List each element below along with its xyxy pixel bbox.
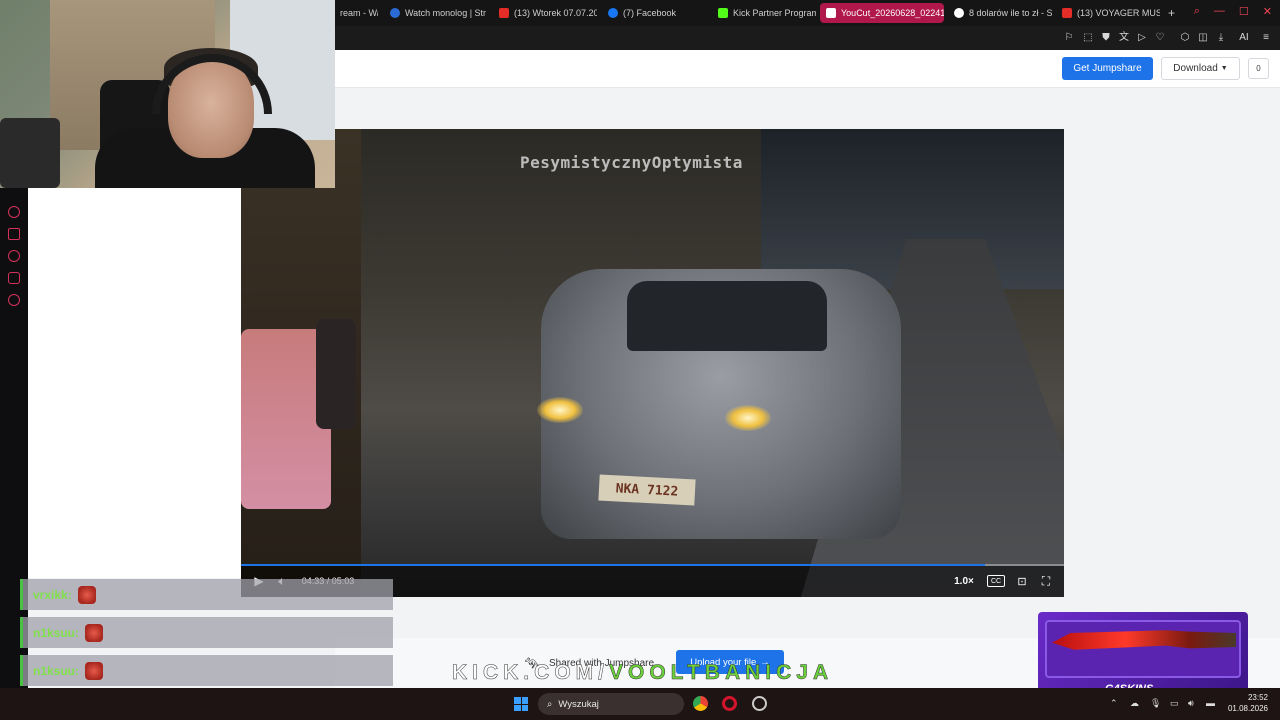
comments-button[interactable]: 0 [1248,58,1269,79]
menu-icon[interactable]: ≡ [1259,31,1273,45]
favicon-icon [390,8,400,18]
search-placeholder: Wyszukaj [558,698,599,710]
clock-date: 01.08.2026 [1227,704,1268,713]
chat-message: n1ksuu: [20,617,393,648]
download-label: Download [1173,63,1218,74]
download-icon[interactable]: ⤓ [1214,31,1228,45]
comment-count: 0 [1256,64,1261,73]
playback-speed[interactable]: 1.0× [951,573,977,589]
chrome-icon[interactable] [693,696,708,711]
cloud-icon[interactable]: ☁ [1130,698,1139,709]
search-icon: ⌕ [547,698,553,710]
new-tab-button[interactable]: + [1162,3,1180,23]
video-player[interactable]: NKA 7122 PesymistycznyOptymista ▶ 🔈︎ 04:… [241,129,1064,597]
google-icon [954,8,964,18]
search-tabs-icon[interactable]: ⌕ [1194,5,1200,18]
chevron-up-icon[interactable]: ⌃ [1110,698,1118,709]
kick-prefix: KICK.COM/ [452,661,609,685]
display-icon[interactable]: ▭ [1170,698,1179,709]
shield-icon[interactable]: ⛊ [1099,31,1113,45]
browser-tab[interactable]: Watch monolog | Stre [384,3,486,23]
battery-icon[interactable]: ▬ [1206,698,1215,708]
tab-label: (7) Facebook [623,8,677,18]
tab-label: (13) VOYAGER MUSIC [1077,8,1160,18]
chat-message: n1ksuu: [20,655,393,686]
tab-label: Watch monolog | Stre [405,8,486,18]
extensions-icon[interactable]: ⬡ [1178,31,1192,45]
car: NKA 7122 [537,269,901,539]
browser-tab[interactable]: (7) Facebook [602,3,708,23]
extensions-icon[interactable] [8,272,20,284]
fullscreen-icon[interactable]: ⛶ [1038,573,1054,589]
tab-label: Kick Partner Program [733,8,816,18]
file-icon [826,8,836,18]
left-sidebar [0,188,28,688]
settings-icon[interactable] [8,294,20,306]
wallet-icon[interactable]: ◫ [1196,31,1210,45]
kick-icon [718,8,728,18]
opera-icon[interactable] [722,696,737,711]
video-frame: NKA 7122 PesymistycznyOptymista [241,129,1064,597]
translate-icon[interactable]: 文 [1117,31,1131,45]
chat-username: vrxikk: [33,587,72,602]
browser-tab-active[interactable]: YouCut_20260628_02241 [820,3,944,23]
chat-message: vrxikk: [20,579,393,610]
tab-label: ream - Wa [340,8,378,18]
youtube-icon [499,8,509,18]
browser-tab[interactable]: (13) VOYAGER MUSIC [1056,3,1160,23]
windows-start-icon[interactable] [514,697,528,711]
chat-username: n1ksuu: [33,663,80,678]
kick-overlay: KICK.COM/VOOLTBANICJA [452,661,833,685]
maximize-icon[interactable]: ☐ [1239,5,1249,18]
mic-icon[interactable]: 🎙︎ [1150,698,1161,709]
clock[interactable]: 23:52 01.08.2026 [1228,692,1268,714]
webcam-overlay [0,0,335,188]
video-watermark: PesymistycznyOptymista [520,153,743,172]
license-plate: NKA 7122 [598,474,696,506]
minimize-icon[interactable]: — [1214,5,1225,18]
chevron-down-icon: ▼ [1220,65,1228,72]
screenshot-icon[interactable]: ⬚ [1081,31,1095,45]
cc-icon[interactable]: CC [987,575,1005,587]
screen: ream - Wa Watch monolog | Stre (13) Wtor… [0,0,1280,720]
clock-time: 23:52 [1247,693,1268,702]
aria-ai-button[interactable]: AI [1233,31,1255,45]
history-icon[interactable] [8,250,20,262]
theater-mode-icon[interactable]: ⊡ [1013,573,1031,589]
tab-label: (13) Wtorek 07.07.202 [514,8,597,18]
chat-panel-bg [28,188,241,578]
browser-tab[interactable]: Kick Partner Program [712,3,816,23]
get-jumpshare-button[interactable]: Get Jumpshare [1062,57,1153,80]
app-icon[interactable] [752,696,767,711]
heart-icon[interactable]: ♡ [1153,31,1167,45]
emote-icon [77,585,96,604]
bookmark-icon[interactable]: ⚐ [1062,31,1076,45]
kick-channel: VOOLTBANICJA [609,661,834,685]
send-icon[interactable]: ▷ [1135,31,1149,45]
volume-icon[interactable]: 🔊︎ [1188,698,1194,709]
browser-tab[interactable]: (13) Wtorek 07.07.202 [493,3,597,23]
youtube-icon [1062,8,1072,18]
emote-icon [85,661,104,680]
chat-username: n1ksuu: [33,625,80,640]
bookmark-icon[interactable] [8,228,20,240]
taskbar-search[interactable]: ⌕ Wyszukaj [538,693,684,715]
window-controls: ⌕ — ☐ ✕ [1194,5,1272,18]
close-icon[interactable]: ✕ [1263,5,1272,18]
facebook-icon [608,8,618,18]
tab-label: 8 dolarów ile to zł - S [969,8,1052,18]
tab-label: YouCut_20260628_02241 [841,8,944,18]
emote-icon [85,623,104,642]
record-icon[interactable] [8,206,20,218]
browser-tab[interactable]: ream - Wa [334,3,378,23]
download-button[interactable]: Download ▼ [1161,57,1240,80]
browser-tab[interactable]: 8 dolarów ile to zł - S [948,3,1052,23]
